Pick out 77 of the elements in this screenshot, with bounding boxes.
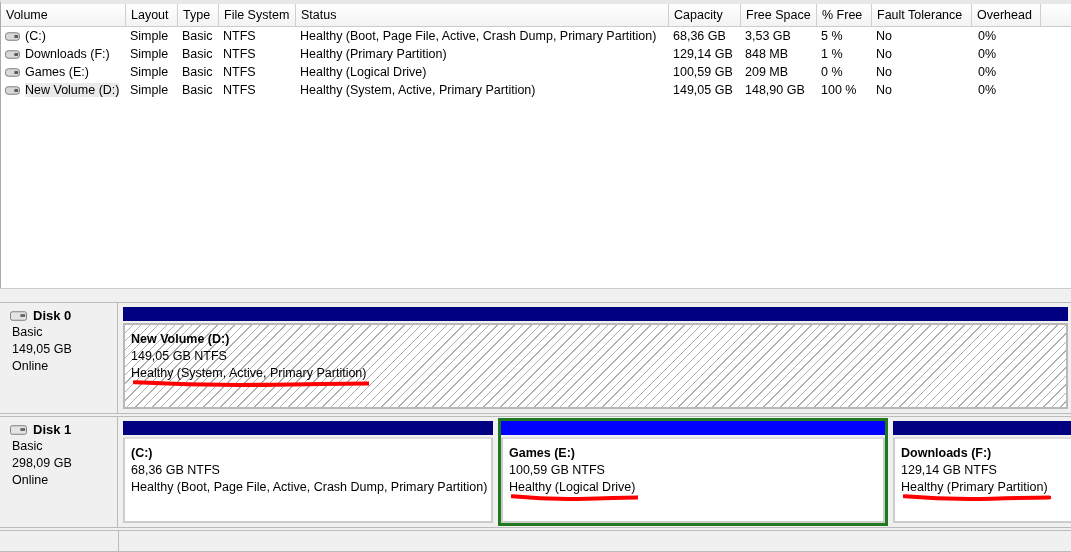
table-cell: 149,05 GB [673, 83, 733, 97]
table-cell: Healthy (Logical Drive) [300, 65, 427, 79]
disk-info-panel[interactable]: Disk 0 Basic 149,05 GB Online [0, 303, 118, 413]
column-header[interactable]: Capacity [669, 4, 741, 26]
drive-icon [5, 67, 20, 77]
table-cell: 3,53 GB [745, 29, 791, 43]
table-cell: 0% [978, 83, 997, 97]
drive-icon [5, 85, 20, 95]
table-cell: Healthy (Boot, Page File, Active, Crash Dump, Primary Partition) [300, 29, 657, 43]
partition-size: 68,36 GB NTFS [131, 462, 221, 479]
disk-name: Disk 1 [33, 421, 72, 438]
column-header[interactable]: Status [296, 4, 669, 26]
drive-icon [5, 49, 20, 59]
table-cell: 0% [978, 47, 997, 61]
table-cell: 68,36 GB [673, 29, 726, 43]
partition-name: (C:) [131, 445, 154, 462]
disk-info-panel[interactable]: Disk 1 Basic 298,09 GB Online [0, 417, 118, 527]
disk-type: Basic [12, 324, 44, 341]
partition-name: Downloads (F:) [901, 445, 993, 462]
table-cell: Healthy (Primary Partition) [300, 47, 447, 61]
table-cell: Basic [182, 83, 213, 97]
table-cell: NTFS [223, 83, 256, 97]
column-header[interactable]: Type [178, 4, 219, 26]
drive-label[interactable]: Downloads (F:) [25, 47, 110, 61]
table-cell: 0 % [821, 65, 843, 79]
partition-status: Healthy (System, Active, Primary Partition) [131, 366, 367, 380]
table-cell: 148,90 GB [745, 83, 805, 97]
table-cell: NTFS [223, 65, 256, 79]
partition-status: Healthy (Boot, Page File, Active, Crash Dump, Primary Partition) [131, 480, 488, 494]
table-cell: Basic [182, 29, 213, 43]
table-cell: No [876, 29, 892, 43]
table-cell: 0% [978, 29, 997, 43]
partition-size: 100,59 GB NTFS [509, 462, 606, 479]
table-cell: Basic [182, 47, 213, 61]
table-cell: 100,59 GB [673, 65, 733, 79]
table-cell: Healthy (System, Active, Primary Partition) [300, 83, 536, 97]
table-cell: No [876, 47, 892, 61]
partition-status: Healthy (Logical Drive) [509, 480, 636, 494]
column-header[interactable]: Volume [1, 4, 126, 26]
table-cell: Basic [182, 65, 213, 79]
table-cell: No [876, 83, 892, 97]
drive-label[interactable]: New Volume (D:) [25, 83, 120, 97]
disk-name: Disk 0 [33, 307, 72, 324]
table-cell: 100 % [821, 83, 857, 97]
table-cell: Simple [130, 47, 169, 61]
table-cell: 129,14 GB [673, 47, 733, 61]
table-cell: 848 MB [745, 47, 789, 61]
partition-size: 149,05 GB NTFS [131, 348, 228, 365]
disk-type: Basic [12, 438, 44, 455]
column-header[interactable]: Layout [126, 4, 178, 26]
table-cell: 5 % [821, 29, 843, 43]
table-cell: 209 MB [745, 65, 789, 79]
column-header[interactable]: File System [219, 4, 296, 26]
table-cell: Simple [130, 29, 169, 43]
drive-label[interactable]: (C:) [25, 29, 46, 43]
column-header[interactable]: Fault Tolerance [872, 4, 972, 26]
partition-name: Games (E:) [509, 445, 576, 462]
table-cell: No [876, 65, 892, 79]
table-cell: 1 % [821, 47, 843, 61]
table-cell: Simple [130, 83, 169, 97]
table-cell: NTFS [223, 47, 256, 61]
disk-status: Online [12, 358, 50, 375]
disk-size: 298,09 GB [12, 455, 73, 472]
column-header[interactable]: Overhead [972, 4, 1041, 26]
drive-label[interactable]: Games (E:) [25, 65, 89, 79]
partition-name: New Volume (D:) [131, 331, 231, 348]
partition-size: 129,14 GB NTFS [901, 462, 998, 479]
disk-status: Online [12, 472, 50, 489]
column-header[interactable]: Free Space [741, 4, 817, 26]
drive-icon [5, 31, 20, 41]
disk-size: 149,05 GB [12, 341, 73, 358]
partition-status: Healthy (Primary Partition) [901, 480, 1048, 494]
column-header[interactable]: % Free [817, 4, 872, 26]
table-cell: NTFS [223, 29, 256, 43]
table-cell: Simple [130, 65, 169, 79]
table-cell: 0% [978, 65, 997, 79]
partition-block[interactable]: Games (E:) 100,59 GB NTFS Healthy (Logical Drive) [498, 418, 888, 526]
